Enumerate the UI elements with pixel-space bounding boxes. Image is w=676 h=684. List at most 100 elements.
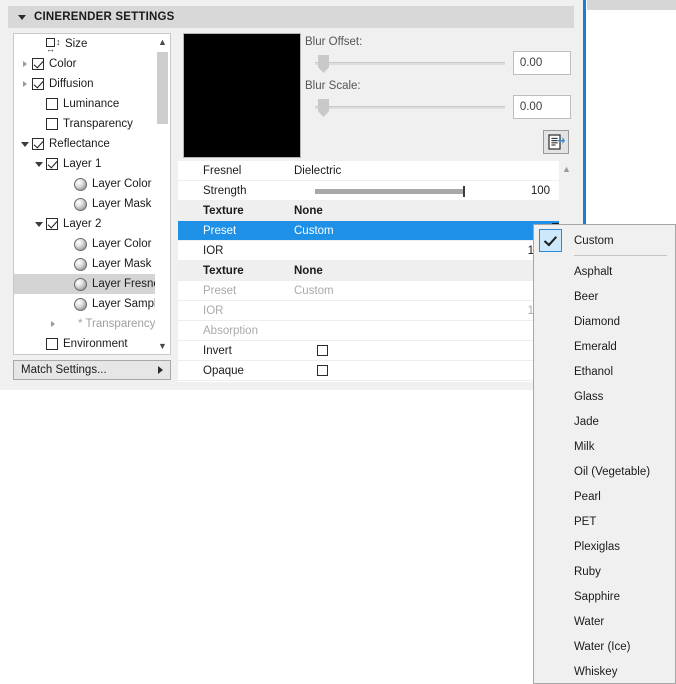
tree-item-size[interactable]: ↕ ↔ Size xyxy=(14,34,156,54)
menu-item-emerald[interactable]: Emerald xyxy=(534,334,675,359)
chevron-down-icon[interactable] xyxy=(32,161,46,167)
checkbox-unchecked-icon[interactable] xyxy=(46,118,58,130)
property-row[interactable]: Fresnel Dielectric xyxy=(178,161,574,181)
menu-item-milk[interactable]: Milk xyxy=(534,434,675,459)
chevron-up-icon[interactable]: ▲ xyxy=(559,161,574,177)
property-row[interactable]: Invert xyxy=(178,341,574,361)
slider-knob[interactable] xyxy=(318,99,329,117)
property-name: IOR xyxy=(203,304,224,317)
menu-item-water[interactable]: Water xyxy=(534,609,675,634)
checkbox-checked-icon[interactable] xyxy=(32,138,44,150)
menu-item-label: Water xyxy=(574,615,605,628)
tree-item-transparency[interactable]: * Transparency * xyxy=(14,314,163,334)
property-row[interactable]: IOR1.35 xyxy=(178,241,574,261)
property-row[interactable]: Texture None xyxy=(178,201,574,221)
blur-scale-row: 0.00 xyxy=(305,95,571,119)
tree-item-layer-1[interactable]: Layer 1 xyxy=(14,154,156,174)
menu-item-beer[interactable]: Beer xyxy=(534,284,675,309)
blur-scale-label: Blur Scale: xyxy=(305,80,361,92)
checkbox-unchecked-icon[interactable] xyxy=(46,98,58,110)
tree-item-diffusion[interactable]: Diffusion xyxy=(14,74,156,94)
tree-item-label: Reflectance xyxy=(49,138,110,150)
menu-item-water-ice[interactable]: Water (Ice) xyxy=(534,634,675,659)
tree-item-environment[interactable]: Environment xyxy=(14,334,156,354)
chevron-down-icon[interactable] xyxy=(32,221,46,227)
chevron-right-icon[interactable] xyxy=(46,321,60,327)
property-right-value: 100 xyxy=(530,185,550,197)
property-row[interactable]: Opaque xyxy=(178,361,574,381)
document-export-icon[interactable] xyxy=(543,130,569,154)
strength-slider-track[interactable] xyxy=(315,189,465,194)
tree-item-layer-sampling[interactable]: Layer Sampling xyxy=(14,294,170,314)
blur-scale-slider[interactable] xyxy=(315,96,505,118)
tree-item-layer-color[interactable]: Layer Color xyxy=(14,174,156,194)
property-scrollbar[interactable]: ▲ xyxy=(559,161,574,224)
menu-item-sapphire[interactable]: Sapphire xyxy=(534,584,675,609)
menu-item-ruby[interactable]: Ruby xyxy=(534,559,675,584)
menu-item-asphalt[interactable]: Asphalt xyxy=(534,259,675,284)
blur-offset-input[interactable]: 0.00 xyxy=(512,51,571,75)
chevron-right-icon[interactable] xyxy=(18,61,32,67)
texture-preview-swatch[interactable] xyxy=(183,33,301,158)
chevron-down-icon[interactable]: ▼ xyxy=(155,338,170,354)
tree-item-label: Layer Color xyxy=(92,238,152,250)
tree-item-transparency[interactable]: Transparency xyxy=(14,114,156,134)
triangle-down-icon[interactable] xyxy=(18,14,26,20)
property-row[interactable]: IOR1.35 xyxy=(178,301,574,321)
checkbox-checked-icon[interactable] xyxy=(46,158,58,170)
checkbox-unchecked-icon[interactable] xyxy=(46,338,58,350)
menu-item-whiskey[interactable]: Whiskey xyxy=(534,659,675,684)
menu-item-label: Pearl xyxy=(574,490,601,503)
menu-item-plexiglas[interactable]: Plexiglas xyxy=(534,534,675,559)
blur-controls: Blur Offset: 0.00 Blur Scale: 0.00 xyxy=(305,36,571,119)
menu-item-jade[interactable]: Jade xyxy=(534,409,675,434)
tree-item-layer-fresnel[interactable]: Layer Fresnel xyxy=(14,274,170,294)
menu-item-custom[interactable]: Custom xyxy=(534,228,675,253)
dialog-titlebar[interactable]: CINERENDER SETTINGS xyxy=(8,6,574,28)
property-row[interactable]: Strength 100 xyxy=(178,181,574,201)
property-row[interactable]: Texture None xyxy=(178,261,574,281)
menu-item-diamond[interactable]: Diamond xyxy=(534,309,675,334)
menu-item-label: Asphalt xyxy=(574,265,613,278)
preset-menu-items: Custom Asphalt Beer Diamond Emerald Ethanol Gl… xyxy=(534,228,675,684)
tree-scrollbar[interactable]: ▲ ▼ xyxy=(155,34,170,354)
checkbox-unchecked-icon[interactable] xyxy=(317,365,328,376)
settings-tree[interactable]: ↕ ↔ Size Color Diffusion Luminance Transparenc… xyxy=(13,33,171,355)
match-settings-button[interactable]: Match Settings... xyxy=(13,360,171,380)
property-row[interactable]: Absorption2 xyxy=(178,321,574,341)
menu-item-oil-vegetable[interactable]: Oil (Vegetable) xyxy=(534,459,675,484)
checkbox-unchecked-icon[interactable] xyxy=(317,345,328,356)
menu-item-label: Beer xyxy=(574,290,599,303)
checkbox-checked-icon[interactable] xyxy=(46,218,58,230)
property-row[interactable]: Preset Custom xyxy=(178,281,574,301)
menu-item-ethanol[interactable]: Ethanol xyxy=(534,359,675,384)
preset-dropdown-menu[interactable]: Custom Asphalt Beer Diamond Emerald Ethanol Gl… xyxy=(533,224,676,684)
chevron-down-icon[interactable] xyxy=(18,141,32,147)
blur-scale-input[interactable]: 0.00 xyxy=(512,95,571,119)
property-name: Texture xyxy=(203,264,244,277)
property-table[interactable]: Fresnel Dielectric Strength 100 Texture None P… xyxy=(178,161,574,382)
checkbox-checked-icon[interactable] xyxy=(32,78,44,90)
tree-item-luminance[interactable]: Luminance xyxy=(14,94,156,114)
tree-item-layer-color[interactable]: Layer Color xyxy=(14,234,156,254)
tree-item-color[interactable]: Color xyxy=(14,54,156,74)
menu-item-label: PET xyxy=(574,515,597,528)
checkbox-checked-icon[interactable] xyxy=(32,58,44,70)
menu-item-pearl[interactable]: Pearl xyxy=(534,484,675,509)
screen-root: CINERENDER SETTINGS ↕ ↔ Size Color Diffusion… xyxy=(0,0,676,684)
property-row[interactable]: Preset Custom xyxy=(178,221,574,241)
tree-scrollbar-thumb[interactable] xyxy=(157,52,168,124)
tree-item-layer-mask[interactable]: Layer Mask xyxy=(14,254,156,274)
strength-slider-handle[interactable] xyxy=(463,186,465,197)
tree-item-layer-2[interactable]: Layer 2 xyxy=(14,214,156,234)
chevron-right-icon[interactable] xyxy=(18,81,32,87)
blur-offset-slider[interactable] xyxy=(315,52,505,74)
chevron-up-icon[interactable]: ▲ xyxy=(155,34,170,50)
menu-item-pet[interactable]: PET xyxy=(534,509,675,534)
tree-item-label: Transparency xyxy=(63,118,133,130)
property-name: Invert xyxy=(203,344,232,357)
slider-knob[interactable] xyxy=(318,55,329,73)
tree-item-reflectance[interactable]: Reflectance xyxy=(14,134,156,154)
menu-item-glass[interactable]: Glass xyxy=(534,384,675,409)
tree-item-layer-mask[interactable]: Layer Mask xyxy=(14,194,156,214)
